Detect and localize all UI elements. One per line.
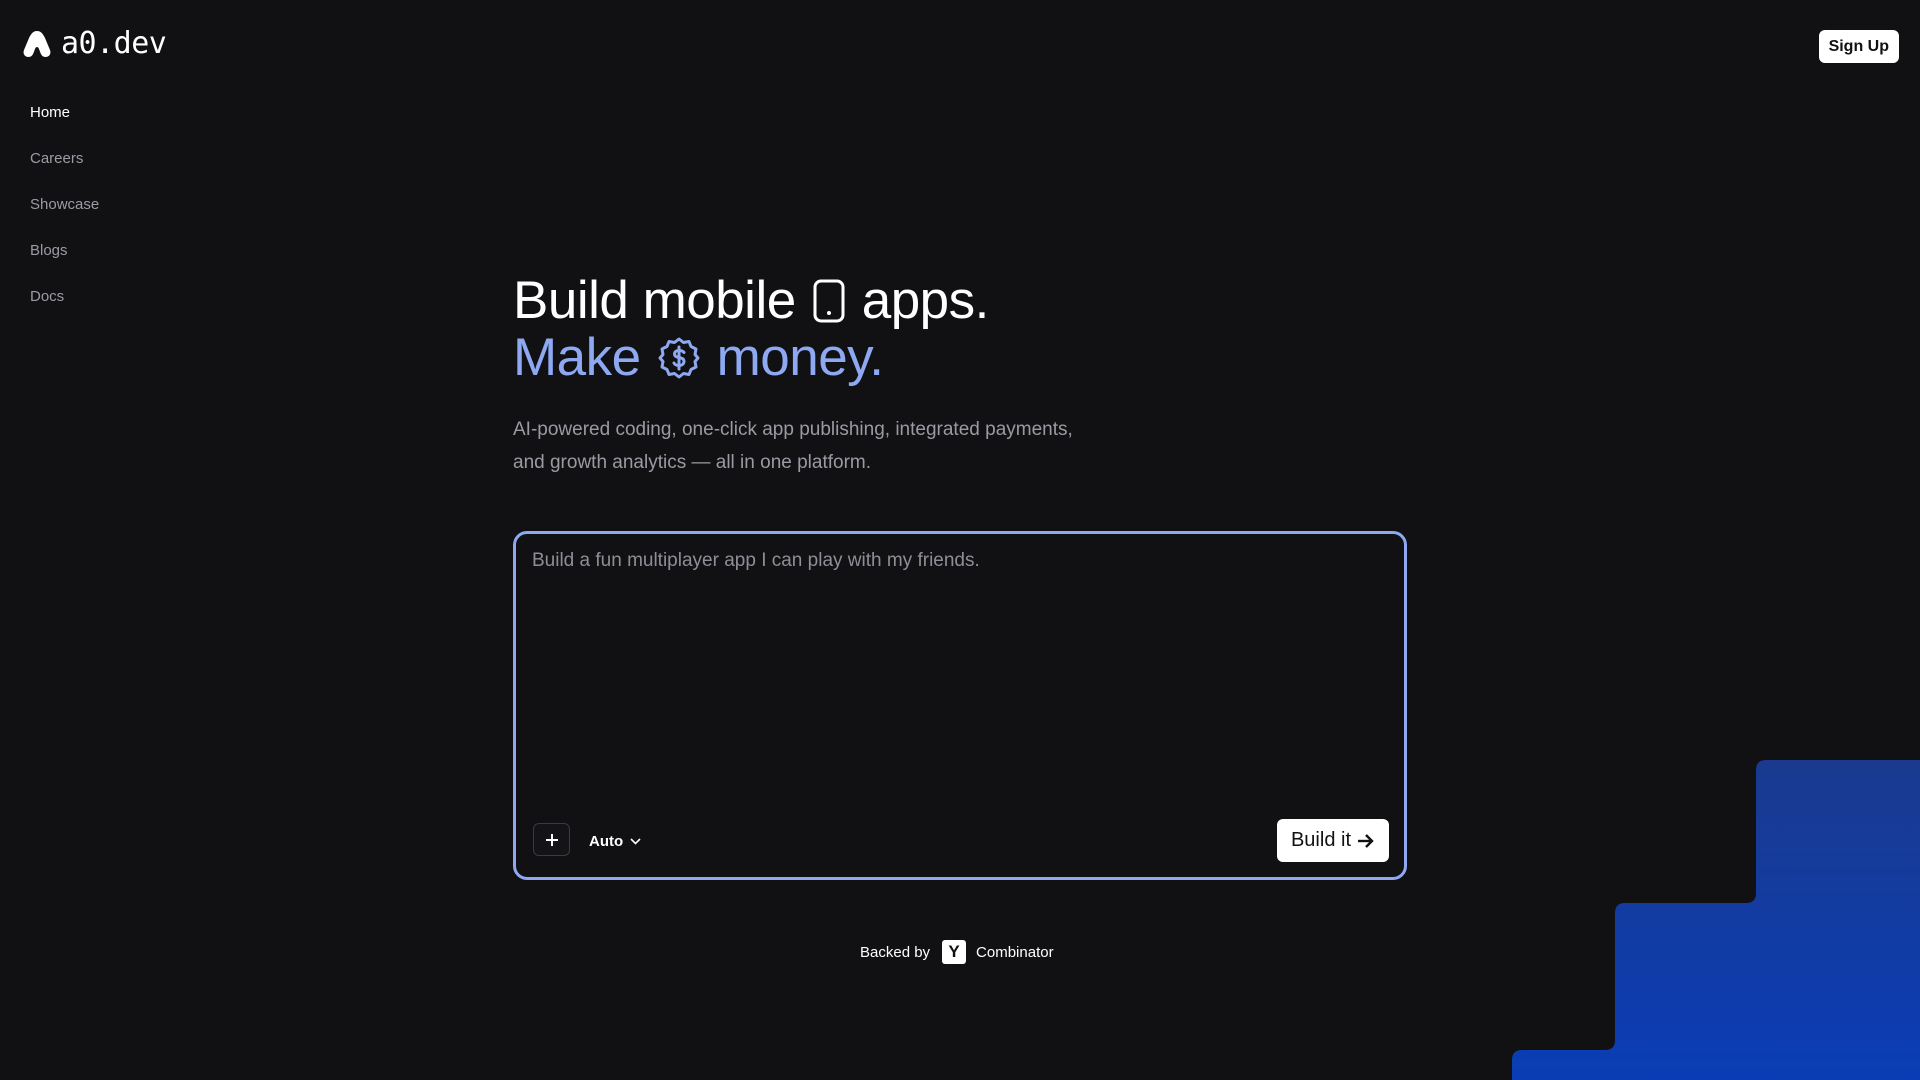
- headline-text-build-mobile: Build mobile: [513, 271, 796, 330]
- y-combinator-logo-icon: Y: [942, 940, 967, 964]
- build-it-button[interactable]: Build it: [1276, 819, 1389, 862]
- sidebar-item-docs[interactable]: Docs: [30, 284, 99, 330]
- a0-logo-icon: [23, 30, 51, 57]
- page: a0.dev Sign Up Home Careers Showcase Blo…: [0, 0, 1920, 1080]
- model-select-label: Auto: [589, 833, 624, 850]
- phone-icon: [813, 279, 845, 322]
- headline-text-make: Make: [513, 328, 641, 387]
- logo[interactable]: a0.dev: [21, 26, 167, 61]
- logo-text: a0.dev: [61, 26, 167, 61]
- sidebar-item-home[interactable]: Home: [30, 100, 99, 146]
- backed-by: Backed by Y Combinator: [860, 940, 1054, 964]
- headline-text-apps: apps.: [861, 271, 990, 330]
- headline: Build mobile apps. Make money.: [513, 272, 1413, 386]
- add-attachment-button[interactable]: [533, 823, 570, 856]
- sidebar-item-careers[interactable]: Careers: [30, 146, 99, 192]
- decorative-steps-graphic: [1512, 760, 1920, 1080]
- backed-by-name: Combinator: [976, 943, 1054, 961]
- sidebar-item-blogs[interactable]: Blogs: [30, 238, 99, 284]
- headline-text-money: money.: [716, 328, 884, 387]
- plus-icon: [545, 833, 558, 846]
- sidebar-nav: Home Careers Showcase Blogs Docs: [30, 100, 99, 330]
- sidebar-item-showcase[interactable]: Showcase: [30, 192, 99, 238]
- hero-subtitle: AI-powered coding, one-click app publish…: [513, 419, 1073, 473]
- headline-line-2: Make money.: [513, 329, 1413, 386]
- build-it-label: Build it: [1290, 829, 1351, 851]
- backed-by-prefix: Backed by: [860, 943, 931, 961]
- prompt-box: Auto Build it: [513, 531, 1407, 880]
- chevron-down-icon: [630, 838, 641, 845]
- hero: Build mobile apps. Make money. AI-powere…: [513, 272, 1413, 479]
- prompt-input[interactable]: [532, 548, 1388, 768]
- dollar-badge-icon: [658, 337, 700, 378]
- sign-up-button[interactable]: Sign Up: [1818, 30, 1899, 63]
- headline-line-1: Build mobile apps.: [513, 272, 1413, 329]
- arrow-right-icon: [1358, 833, 1374, 848]
- model-select[interactable]: Auto: [589, 833, 641, 850]
